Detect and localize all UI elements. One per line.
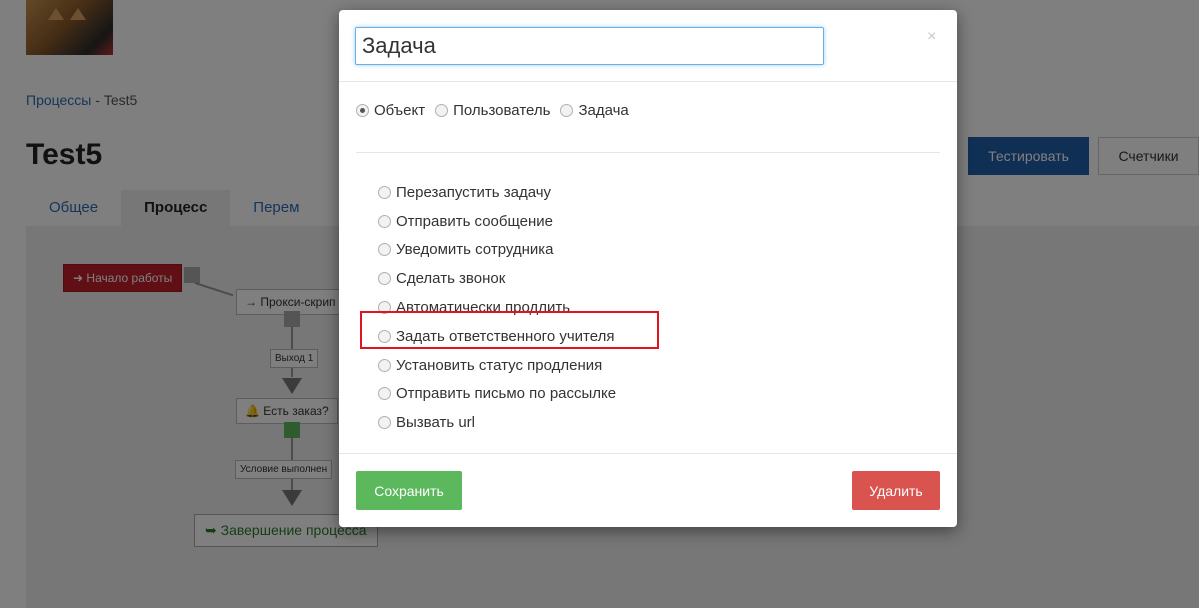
radio-icon[interactable] <box>560 104 574 117</box>
action-option-send-message[interactable]: Отправить сообщение <box>378 207 616 236</box>
type-option-label: Пользователь <box>453 102 551 119</box>
radio-icon[interactable] <box>378 387 391 401</box>
action-option-label: Отправить письмо по рассылке <box>396 385 617 403</box>
action-option-set-extension-status[interactable]: Установить статус продления <box>378 351 616 380</box>
modal-header: × <box>339 10 957 82</box>
delete-button[interactable]: Удалить <box>852 471 940 510</box>
action-options-list: Перезапустить задачу Отправить сообщение… <box>378 178 616 437</box>
type-option-label: Объект <box>374 102 426 119</box>
divider <box>356 152 940 153</box>
task-modal: × Объект Пользователь Задача Перезапусти… <box>339 10 957 527</box>
close-icon[interactable]: × <box>927 28 936 46</box>
radio-icon[interactable] <box>378 243 391 257</box>
save-button[interactable]: Сохранить <box>356 471 462 510</box>
action-option-call-url[interactable]: Вызвать url <box>378 408 616 437</box>
action-option-label: Вызвать url <box>396 414 475 432</box>
type-option-object[interactable]: Объект <box>356 102 425 119</box>
radio-icon[interactable] <box>378 272 391 286</box>
task-title-input[interactable] <box>355 27 824 65</box>
target-type-group: Объект Пользователь Задача <box>356 102 639 119</box>
action-option-send-newsletter[interactable]: Отправить письмо по рассылке <box>378 380 616 409</box>
radio-icon[interactable] <box>435 104 449 117</box>
radio-icon[interactable] <box>378 214 391 228</box>
action-option-notify-employee[interactable]: Уведомить сотрудника <box>378 236 616 265</box>
action-option-make-call[interactable]: Сделать звонок <box>378 264 616 293</box>
radio-icon[interactable] <box>378 185 391 199</box>
action-option-label: Сделать звонок <box>396 270 506 288</box>
action-option-restart-task[interactable]: Перезапустить задачу <box>378 178 616 207</box>
radio-icon[interactable] <box>378 416 391 430</box>
type-option-task[interactable]: Задача <box>560 102 629 119</box>
radio-icon[interactable] <box>378 358 391 372</box>
radio-icon[interactable] <box>356 104 369 117</box>
type-option-user[interactable]: Пользователь <box>435 102 550 119</box>
modal-footer: Сохранить Удалить <box>339 453 957 527</box>
type-option-label: Задача <box>578 102 629 119</box>
action-option-label: Отправить сообщение <box>396 212 554 230</box>
action-option-label: Перезапустить задачу <box>396 183 552 201</box>
action-option-label: Установить статус продления <box>396 356 603 374</box>
action-option-label: Уведомить сотрудника <box>396 241 554 259</box>
highlight-box <box>360 311 659 349</box>
